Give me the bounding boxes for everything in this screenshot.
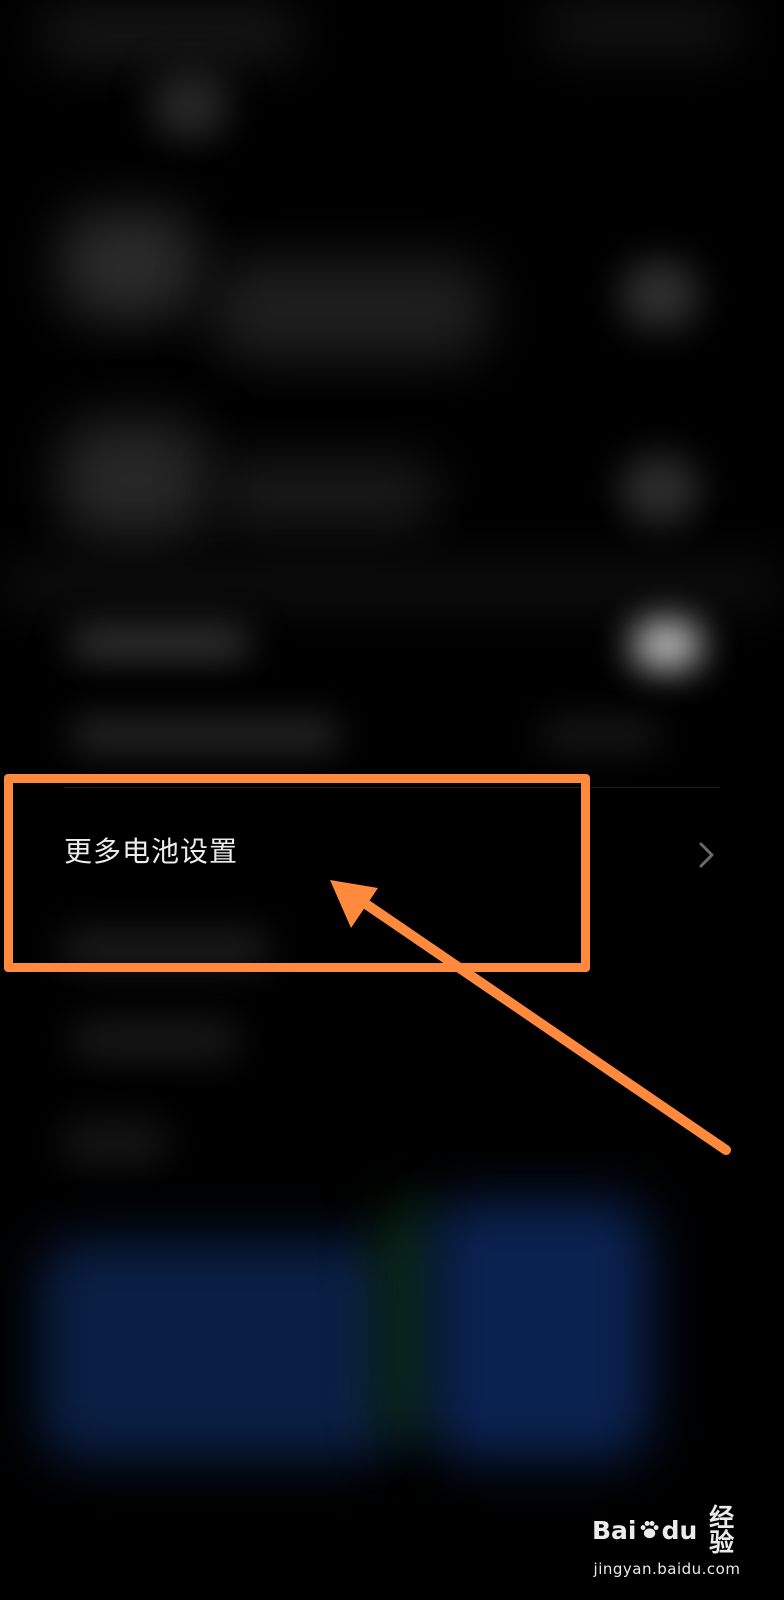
blurred-row: [540, 722, 660, 748]
blurred-header-block: [40, 10, 300, 60]
blurred-row: [70, 720, 340, 750]
chevron-right-icon: [699, 842, 714, 868]
blurred-row: [70, 628, 250, 658]
blurred-separator: [0, 565, 784, 605]
blurred-chart: [40, 1240, 400, 1460]
blurred-row: [70, 1020, 240, 1060]
blurred-row: [60, 210, 200, 320]
blurred-chart: [430, 1200, 650, 1460]
watermark-logo-cn: 经验: [709, 1503, 735, 1557]
blurred-row: [60, 420, 210, 540]
watermark-logo-suffix: du: [661, 1515, 698, 1545]
blurred-row: [210, 260, 490, 360]
blurred-toggle: [620, 455, 700, 525]
blurred-header-block: [540, 5, 740, 50]
blurred-icon: [150, 70, 230, 140]
blurred-toggle: [620, 260, 700, 330]
blurred-toggle: [632, 620, 702, 670]
highlight-box: [4, 774, 590, 972]
paw-icon: [640, 1521, 659, 1539]
blurred-row: [60, 1120, 170, 1165]
baidu-jingyan-watermark: Bai du 经验 jingyan.baidu.com: [592, 1505, 742, 1578]
watermark-logo-prefix: Bai: [592, 1515, 637, 1545]
watermark-url: jingyan.baidu.com: [593, 1560, 741, 1578]
watermark-logo: Bai du 经验: [592, 1505, 742, 1555]
blurred-row: [210, 460, 440, 530]
